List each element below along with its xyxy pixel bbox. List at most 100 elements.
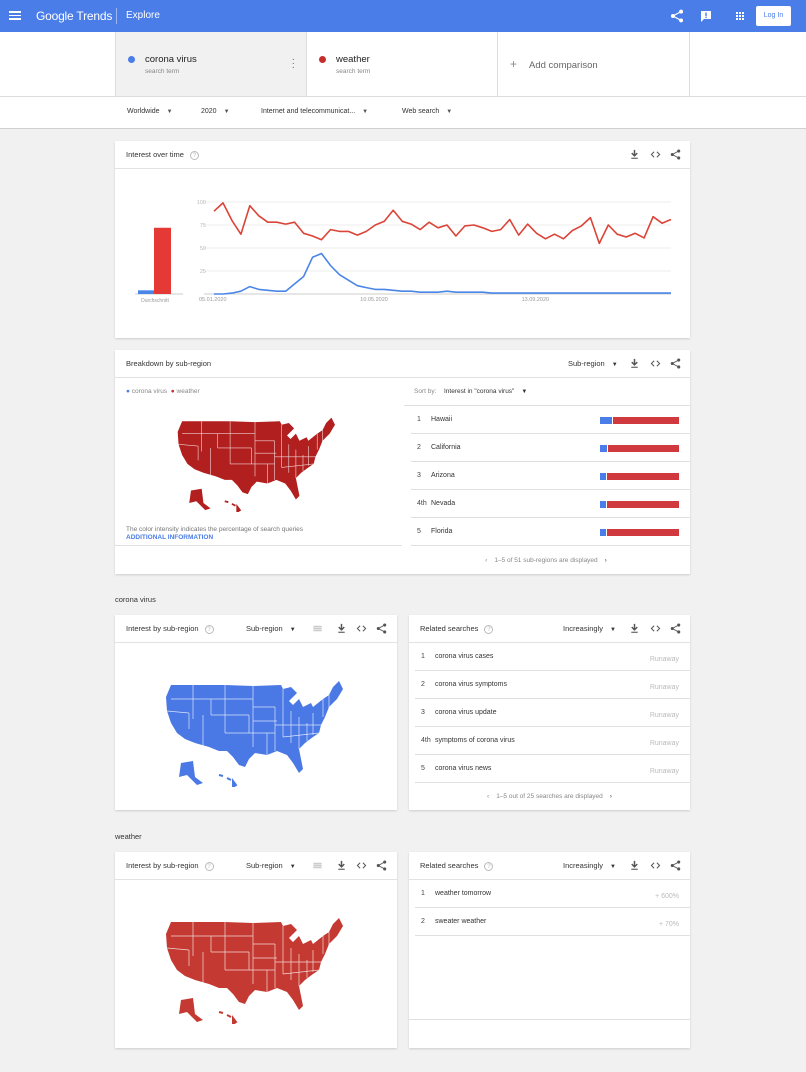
help-icon[interactable]: ? xyxy=(189,150,199,160)
us-map-weather[interactable] xyxy=(163,914,343,1024)
rank: 5 xyxy=(421,765,425,772)
item-value: Runaway xyxy=(649,712,679,719)
term-type: search term xyxy=(336,68,371,75)
item-value: Runaway xyxy=(649,740,679,747)
card-title: Interest by sub-region? xyxy=(126,624,214,634)
embed-icon[interactable] xyxy=(650,860,661,871)
embed-icon[interactable] xyxy=(650,358,661,369)
subregion-select[interactable]: Sub-region ▼ xyxy=(246,624,296,633)
prev-page-icon[interactable]: ‹ xyxy=(487,793,489,800)
search-term-weather[interactable]: weather search term xyxy=(307,32,498,96)
subregion-list: Sort by: Interest in "corona virus" ▼ 1 Ha… xyxy=(402,378,690,574)
corona-share-bar xyxy=(600,473,606,480)
corona-interest-by-subregion-card: Interest by sub-region? Sub-region ▼ xyxy=(115,615,397,810)
list-item[interactable]: 4th symptoms of corona virus Runaway xyxy=(415,727,690,755)
list-item[interactable]: 3 corona virus update Runaway xyxy=(415,699,690,727)
help-icon[interactable]: ? xyxy=(204,861,214,871)
card-header: Interest over time? xyxy=(115,141,690,169)
filter-time[interactable]: 2020 ▼ xyxy=(201,108,230,115)
rank: 2 xyxy=(421,918,425,925)
app-logo[interactable]: Google Trends xyxy=(36,9,112,23)
y-tick-label: 50 xyxy=(200,246,206,252)
download-icon[interactable] xyxy=(336,860,347,871)
embed-icon[interactable] xyxy=(356,623,367,634)
list-item[interactable]: 2 corona virus symptoms Runaway xyxy=(415,671,690,699)
series-line-weather[interactable] xyxy=(213,202,672,245)
share-icon[interactable] xyxy=(376,623,387,634)
filter-search-type[interactable]: Web search ▼ xyxy=(402,108,452,115)
apps-icon[interactable] xyxy=(733,9,747,23)
subregion-select[interactable]: Sub-region ▼ xyxy=(568,359,618,368)
list-item[interactable]: 3 Arizona xyxy=(411,462,690,490)
average-label: Durchschnitt xyxy=(141,298,169,304)
y-tick-label: 25 xyxy=(200,269,206,275)
interest-over-time-chart[interactable]: 100 75 50 25 05.01.2020 10.05.2020 13.09.2020 D… xyxy=(115,169,690,338)
filter-location[interactable]: Worldwide ▼ xyxy=(127,108,173,115)
card-header: Related searches? Increasingly ▼ xyxy=(409,852,690,880)
menu-icon[interactable] xyxy=(9,9,21,23)
sort-value: Interest in "corona virus" xyxy=(444,388,515,395)
us-map-comparison[interactable] xyxy=(175,414,335,512)
next-page-icon[interactable]: › xyxy=(610,793,612,800)
item-value: Runaway xyxy=(649,656,679,663)
item-label: California xyxy=(431,444,461,451)
item-label: Hawaii xyxy=(431,416,453,423)
divider xyxy=(409,1019,690,1020)
help-icon[interactable]: ? xyxy=(484,861,494,871)
dropdown-arrow-icon: ▼ xyxy=(610,627,616,633)
share-icon[interactable] xyxy=(670,860,681,871)
item-label: corona virus cases xyxy=(435,653,494,660)
us-map-corona[interactable] xyxy=(163,677,343,787)
share-icon[interactable] xyxy=(670,623,681,634)
share-icon[interactable] xyxy=(670,149,681,160)
prev-page-icon[interactable]: ‹ xyxy=(485,557,487,564)
item-label: sweater weather xyxy=(435,918,487,925)
help-icon[interactable]: ? xyxy=(204,624,214,634)
list-item[interactable]: 1 corona virus cases Runaway xyxy=(415,643,690,671)
related-sort-select[interactable]: Increasingly ▼ xyxy=(563,861,616,870)
embed-icon[interactable] xyxy=(650,149,661,160)
related-sort-select[interactable]: Increasingly ▼ xyxy=(563,624,616,633)
list-view-icon[interactable] xyxy=(312,623,323,634)
list-item[interactable]: 1 weather tomorrow + 600% xyxy=(415,880,690,908)
next-page-icon[interactable]: › xyxy=(605,557,607,564)
download-icon[interactable] xyxy=(629,149,640,160)
feedback-icon[interactable] xyxy=(699,9,713,23)
item-value: Runaway xyxy=(649,768,679,775)
subregion-select[interactable]: Sub-region ▼ xyxy=(246,861,296,870)
list-item[interactable]: 2 sweater weather + 70% xyxy=(415,908,690,936)
share-icon[interactable] xyxy=(670,358,681,369)
login-button[interactable]: Log In xyxy=(756,6,791,26)
download-icon[interactable] xyxy=(336,623,347,634)
help-icon[interactable]: ? xyxy=(484,624,494,634)
share-icon[interactable] xyxy=(670,9,684,23)
series-line-corona-virus[interactable] xyxy=(214,252,671,295)
embed-icon[interactable] xyxy=(356,860,367,871)
embed-icon[interactable] xyxy=(650,623,661,634)
weather-share-bar xyxy=(607,501,679,508)
list-item[interactable]: 2 California xyxy=(411,434,690,462)
add-comparison-button[interactable]: + Add comparison xyxy=(498,32,690,96)
list-item[interactable]: 4th Nevada xyxy=(411,490,690,518)
list-view-icon[interactable] xyxy=(312,860,323,871)
download-icon[interactable] xyxy=(629,623,640,634)
search-term-corona-virus[interactable]: corona virus search term · · · xyxy=(115,32,307,96)
list-item[interactable]: 5 corona virus news Runaway xyxy=(415,755,690,783)
divider xyxy=(411,545,690,546)
subregion-pager: ‹ 1–5 of 51 sub-regions are displayed › xyxy=(402,557,690,564)
more-vert-icon[interactable]: · · · xyxy=(292,55,295,73)
additional-information-link[interactable]: ADDITIONAL INFORMATION xyxy=(126,534,213,541)
dropdown-arrow-icon: ▼ xyxy=(223,109,230,115)
filter-category[interactable]: Internet and telecommunicat... ▼ xyxy=(261,108,368,115)
sort-select[interactable]: Interest in "corona virus" ▼ xyxy=(444,388,527,395)
download-icon[interactable] xyxy=(629,358,640,369)
item-label: weather tomorrow xyxy=(435,890,492,897)
average-bar-weather xyxy=(154,227,171,294)
card-header: Interest by sub-region? Sub-region ▼ xyxy=(115,615,397,643)
page-title: Explore xyxy=(126,10,160,21)
share-icon[interactable] xyxy=(376,860,387,871)
weather-share-bar xyxy=(607,473,679,480)
list-item[interactable]: 1 Hawaii xyxy=(411,406,690,434)
list-item[interactable]: 5 Florida xyxy=(411,518,690,546)
download-icon[interactable] xyxy=(629,860,640,871)
